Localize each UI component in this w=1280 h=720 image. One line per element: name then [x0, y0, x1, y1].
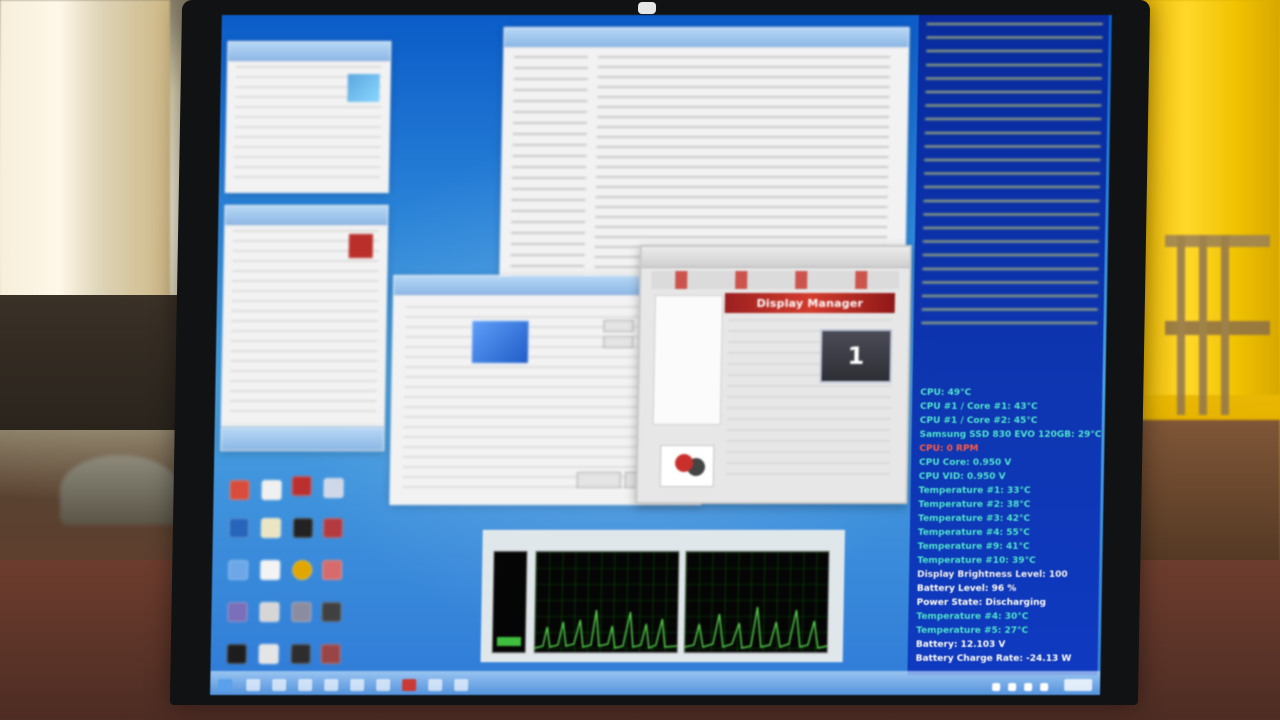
toolbar-tabs[interactable] — [651, 271, 900, 289]
display-manager-logo-icon — [659, 445, 715, 487]
overlay-line: Battery: 12.103 V — [915, 640, 1006, 650]
desktop-icon[interactable] — [258, 644, 279, 664]
tray-icon[interactable] — [1040, 683, 1049, 691]
taskbar-icon[interactable] — [454, 679, 469, 691]
display-manager-window[interactable]: Display Manager 1 — [635, 245, 912, 504]
window-titlebar[interactable] — [641, 247, 910, 268]
laptop-display: Display Manager 1 CPU: 49°C CPU #1 / Cor… — [169, 0, 1151, 705]
desktop-icon[interactable] — [228, 560, 249, 580]
taskbar-icon[interactable] — [324, 679, 339, 691]
start-button-icon[interactable] — [218, 679, 233, 691]
display-list[interactable] — [652, 295, 724, 425]
desktop-icon[interactable] — [228, 518, 250, 538]
desktop-icon[interactable] — [229, 480, 250, 500]
window-titlebar[interactable] — [225, 206, 388, 225]
desktop-icon[interactable] — [291, 602, 312, 622]
overlay-line: Temperature #1: 33°C — [918, 486, 1031, 496]
ok-button[interactable] — [576, 472, 621, 488]
clock[interactable] — [1064, 679, 1093, 691]
tray-icon[interactable] — [1008, 683, 1017, 691]
overlay-line: CPU #1 / Core #2: 45°C — [919, 416, 1038, 426]
cpu-graph-2 — [683, 551, 830, 653]
overlay-line: Temperature #9: 41°C — [917, 542, 1030, 552]
tray-icon[interactable] — [1024, 683, 1033, 691]
desktop-icon[interactable] — [292, 560, 313, 580]
info-window-top[interactable] — [224, 41, 392, 193]
desktop-icon[interactable] — [291, 476, 312, 496]
window-titlebar[interactable] — [228, 42, 391, 61]
overlay-line: Samsung SSD 830 EVO 120GB: 29°C — [919, 430, 1102, 440]
sensor-overlay: CPU: 49°C CPU #1 / Core #1: 43°C CPU #1 … — [907, 15, 1109, 675]
small-button[interactable] — [603, 336, 634, 348]
overlay-line: CPU #1 / Core #1: 43°C — [919, 402, 1038, 412]
desktop-icon[interactable] — [292, 518, 314, 538]
performance-graph-window[interactable] — [480, 530, 845, 662]
info-window-middle[interactable] — [220, 205, 389, 427]
overlay-line: CPU VID: 0.950 V — [918, 472, 1006, 482]
desktop-icon[interactable] — [226, 644, 247, 664]
desktop-icon[interactable] — [227, 602, 248, 622]
taskbar-icon[interactable] — [246, 679, 261, 691]
window-titlebar[interactable] — [504, 28, 909, 47]
left-desk — [0, 295, 190, 430]
desktop-icon[interactable] — [323, 478, 344, 498]
overlay-line: CPU: 49°C — [920, 388, 972, 398]
taskbar-icon[interactable] — [350, 679, 365, 691]
taskbar-icon[interactable] — [298, 679, 313, 691]
window-content — [229, 230, 380, 418]
desktop-icon[interactable] — [290, 644, 311, 664]
overlay-line: Display Brightness Level: 100 — [917, 570, 1068, 580]
cpu-meter — [491, 551, 528, 653]
taskbar — [210, 671, 1101, 695]
wooden-chair — [1165, 235, 1270, 415]
small-button[interactable] — [603, 320, 634, 332]
overlay-line: Battery Level: 96 % — [916, 584, 1017, 594]
display-preview[interactable]: 1 — [819, 329, 893, 383]
office-chair — [60, 455, 180, 525]
overlay-line: CPU: 0 RPM — [919, 444, 979, 454]
taskbar-icon[interactable] — [402, 679, 417, 691]
app-logo-icon — [348, 234, 374, 258]
display-manager-banner: Display Manager — [724, 293, 896, 313]
desktop-icon[interactable] — [322, 560, 343, 580]
desktop-icon[interactable] — [259, 602, 280, 622]
overlay-line: Battery Charge Rate: -24.13 W — [915, 654, 1072, 664]
taskbar-icon[interactable] — [272, 679, 287, 691]
overlay-line: Temperature #4: 30°C — [916, 612, 1029, 622]
tree-list — [510, 56, 589, 278]
webcam-icon — [637, 2, 657, 14]
cpu-graph-lines-1 — [534, 609, 677, 650]
desktop-icon[interactable] — [260, 560, 281, 580]
desktop-icon[interactable] — [260, 518, 282, 538]
laptop-screen: Display Manager 1 CPU: 49°C CPU #1 / Cor… — [210, 15, 1112, 695]
window-titlebar[interactable] — [221, 428, 384, 450]
cpu-graph-lines-2 — [684, 606, 828, 649]
desktop-icon[interactable] — [320, 644, 341, 664]
small-toolbar-window[interactable] — [220, 427, 385, 451]
monitor-preview-icon — [470, 320, 530, 364]
tray-icon[interactable] — [992, 683, 1001, 691]
overlay-line: CPU Core: 0.950 V — [918, 458, 1012, 468]
cpu-graph-1 — [533, 551, 680, 653]
blurred-system-stats — [921, 23, 1103, 333]
taskbar-icon[interactable] — [428, 679, 443, 691]
overlay-line: Temperature #2: 38°C — [918, 500, 1031, 510]
desktop-icon[interactable] — [322, 518, 344, 538]
desktop-icon-grid — [218, 460, 362, 680]
desktop-icon[interactable] — [261, 480, 282, 500]
overlay-line: Temperature #3: 42°C — [918, 514, 1031, 524]
taskbar-icon[interactable] — [376, 679, 391, 691]
overlay-line: Temperature #5: 27°C — [916, 626, 1029, 636]
desktop-icon[interactable] — [321, 602, 342, 622]
overlay-line: Temperature #10: 39°C — [917, 556, 1036, 566]
overlay-line: Power State: Discharging — [916, 598, 1047, 608]
app-icon — [347, 74, 380, 102]
overlay-line: Temperature #4: 55°C — [917, 528, 1030, 538]
